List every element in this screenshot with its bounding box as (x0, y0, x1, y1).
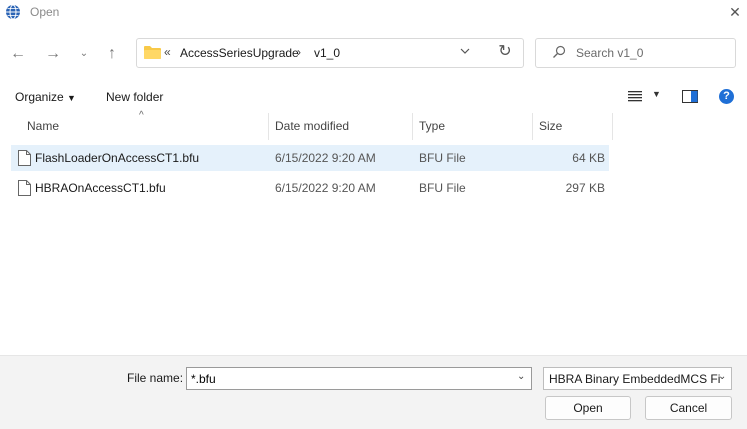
column-header-date[interactable]: Date modified (275, 119, 349, 133)
breadcrumb-v1-0[interactable]: v1_0 (314, 46, 340, 60)
title-bar (0, 0, 747, 26)
globe-icon (6, 4, 20, 20)
search-input[interactable]: Search v1_0 (576, 46, 643, 60)
file-icon (18, 180, 31, 196)
sort-ascending-icon: ^ (139, 110, 144, 121)
column-divider[interactable] (412, 113, 413, 140)
file-size: 64 KB (572, 151, 605, 165)
file-type: BFU File (419, 151, 466, 165)
breadcrumb-separator[interactable]: › (297, 45, 301, 59)
up-button[interactable]: ↑ (102, 44, 122, 64)
address-dropdown-icon[interactable] (458, 44, 472, 58)
caret-down-icon: ▼ (67, 93, 76, 103)
back-button[interactable]: ← (8, 44, 28, 64)
new-folder-button[interactable]: New folder (106, 90, 163, 104)
forward-button[interactable]: → (43, 44, 63, 64)
address-overflow[interactable]: « (164, 45, 171, 59)
chevron-down-icon[interactable]: ⌄ (718, 371, 726, 382)
column-divider[interactable] (268, 113, 269, 140)
view-options-dropdown-icon[interactable]: ▼ (652, 89, 661, 99)
chevron-down-icon: ⌄ (79, 48, 89, 59)
column-header-size[interactable]: Size (539, 119, 562, 133)
column-header-type[interactable]: Type (419, 119, 445, 133)
organize-label: Organize (15, 90, 64, 104)
breadcrumb-accessseriesupgrade[interactable]: AccessSeriesUpgrade (180, 46, 299, 60)
refresh-button[interactable]: ↻ (496, 43, 514, 61)
arrow-left-icon: ← (10, 45, 26, 62)
open-button[interactable]: Open (545, 396, 631, 420)
file-name-label: File name: (127, 371, 184, 385)
file-name-input[interactable] (186, 367, 532, 390)
search-icon (553, 45, 566, 58)
column-divider[interactable] (532, 113, 533, 140)
file-name[interactable]: FlashLoaderOnAccessCT1.bfu (35, 151, 199, 165)
close-button[interactable]: ✕ (725, 2, 745, 22)
file-icon (18, 150, 31, 166)
folder-icon (144, 46, 161, 59)
organize-button[interactable]: Organize ▼ (15, 90, 76, 104)
chevron-down-icon[interactable]: ⌄ (517, 371, 525, 382)
arrow-right-icon: → (45, 45, 61, 62)
column-divider[interactable] (612, 113, 613, 140)
view-list-icon[interactable] (628, 90, 642, 102)
file-name[interactable]: HBRAOnAccessCT1.bfu (35, 181, 166, 195)
window-title: Open (30, 5, 60, 19)
file-type: BFU File (419, 181, 466, 195)
file-date: 6/15/2022 9:20 AM (275, 151, 376, 165)
column-header-name[interactable]: Name (27, 119, 59, 133)
close-icon: ✕ (729, 4, 741, 20)
preview-pane-icon[interactable] (682, 90, 698, 103)
recent-locations-button[interactable]: ⌄ (74, 44, 94, 64)
file-date: 6/15/2022 9:20 AM (275, 181, 376, 195)
arrow-up-icon: ↑ (108, 45, 116, 62)
help-icon[interactable]: ? (719, 89, 734, 104)
file-type-select[interactable]: HBRA Binary EmbeddedMCS Fi (543, 367, 732, 390)
file-size: 297 KB (565, 181, 605, 195)
cancel-button[interactable]: Cancel (645, 396, 732, 420)
refresh-icon: ↻ (498, 43, 512, 60)
